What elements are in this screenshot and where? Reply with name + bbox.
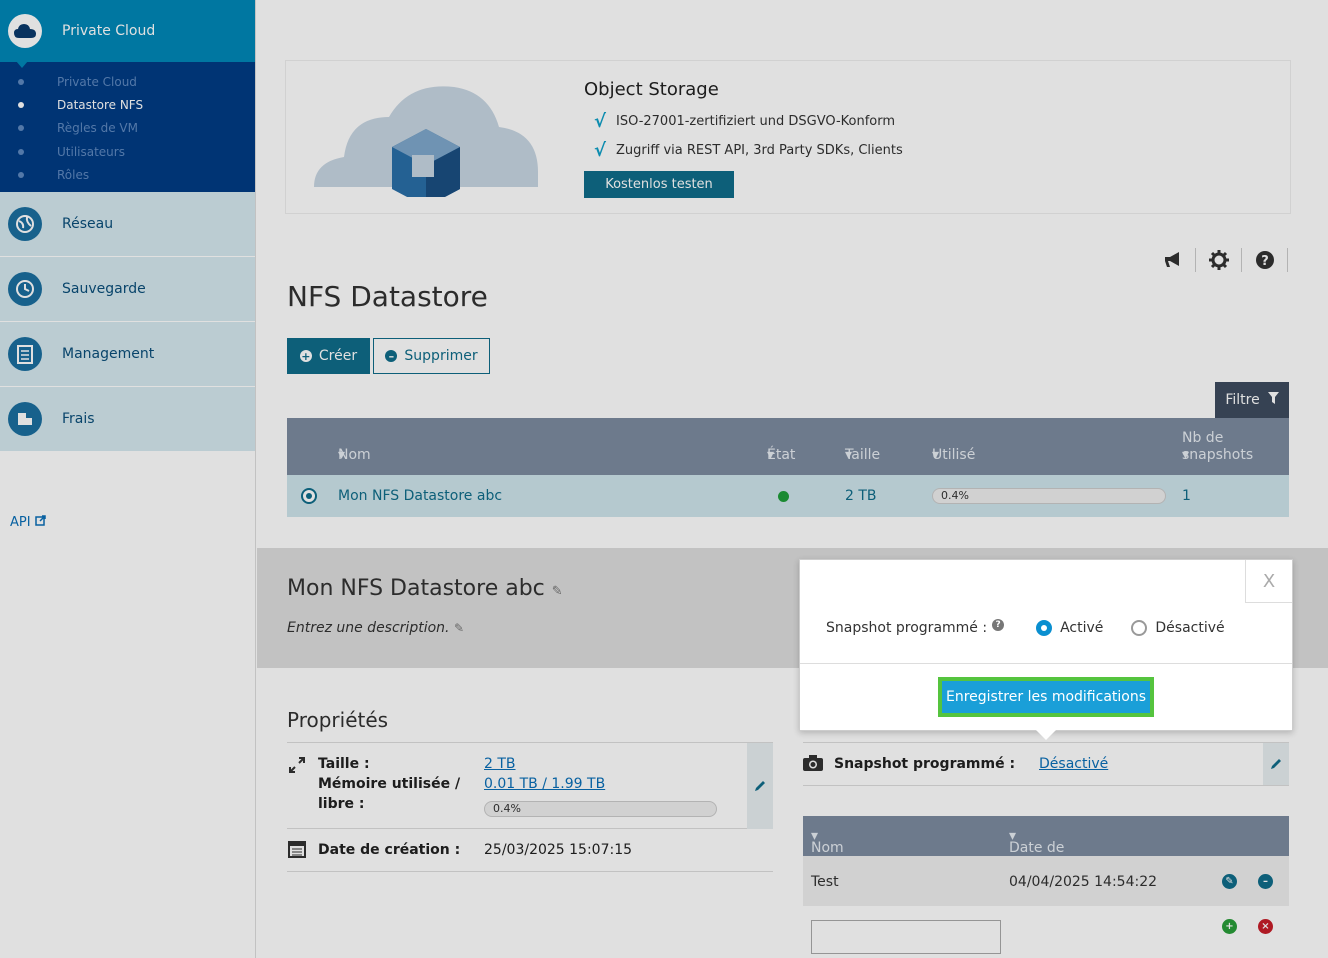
radio-on[interactable] [1036, 620, 1053, 636]
radio-enabled[interactable]: Activé [1036, 620, 1103, 636]
radio-enabled-label: Activé [1060, 620, 1104, 636]
snapshot-option-row: Snapshot programmé : ? Activé Désactivé [826, 619, 1225, 636]
modal-overlay[interactable] [0, 0, 1328, 958]
popover-label: Snapshot programmé : [826, 620, 988, 636]
popover-arrow [1036, 730, 1056, 740]
divider [800, 663, 1292, 664]
close-button[interactable]: X [1245, 560, 1292, 603]
snapshot-popover: X Snapshot programmé : ? Activé Désactiv… [799, 559, 1293, 740]
radio-disabled-label: Désactivé [1155, 620, 1225, 636]
radio-disabled[interactable]: Désactivé [1131, 620, 1225, 636]
radio-off[interactable] [1131, 620, 1148, 636]
help-icon[interactable]: ? [992, 619, 1005, 631]
save-changes-button[interactable]: Enregistrer les modifications [938, 677, 1154, 717]
